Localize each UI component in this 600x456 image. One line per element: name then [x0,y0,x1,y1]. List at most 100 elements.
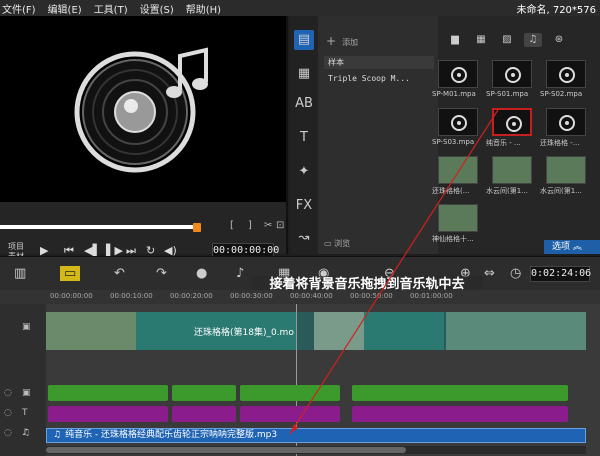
photo-filter-icon[interactable]: ▨ [498,33,516,47]
fx-icon[interactable]: FX [294,196,314,216]
fit-project-icon[interactable]: ⇔ [484,266,495,281]
enlarge-icon[interactable]: ⊡ [276,220,284,231]
menu-help[interactable]: 帮助(H) [186,1,233,16]
video-clip-title: 还珠格格(第18集)_0.mo [194,328,294,338]
project-mode-label[interactable]: 项目 [8,242,24,252]
video-clip[interactable] [446,312,586,350]
menu-edit[interactable]: 编辑(E) [48,1,94,16]
video-clip[interactable] [46,312,136,350]
project-info: 未命名, 720*576 [516,4,596,16]
media-category-icon[interactable]: ▤ [294,30,314,50]
speaker-music-icon [74,47,208,173]
thumbnail-label: SP-S03.mpa [432,138,475,146]
audio-thumbnail[interactable] [492,60,532,88]
ruler-tick: 00:01:00:00 [410,292,453,300]
voice-visibility-icon[interactable]: ◌ [4,428,12,438]
title-track-icon[interactable]: T [22,408,28,418]
record-capture-icon[interactable]: ● [196,266,207,281]
thumbnail-label: 神仙格格十... [432,235,474,243]
overlay-visibility-icon[interactable]: ◌ [4,388,12,398]
graphic-icon[interactable]: ✦ [294,162,314,182]
voice-clip[interactable] [352,406,568,422]
sort-icon[interactable]: ⊛ [550,33,568,47]
title-clip[interactable] [48,385,168,401]
thumbnail-label: 水云间(第1... [486,187,528,195]
thumbnail-label: SP-S02.mpa [540,90,583,98]
audio-filter-icon[interactable]: ♫ [524,33,542,47]
music-track-icon[interactable]: ♫ [22,428,30,438]
sound-mixer-icon[interactable]: ♪ [236,266,244,281]
timeline-view-icon[interactable]: ▭ [60,266,81,281]
browse-label: 浏览 [334,239,351,248]
video-track[interactable]: 还珠格格(第18集)_0.mo [46,312,586,350]
folder-icon[interactable]: ▆ [446,33,464,47]
video-clip[interactable] [314,312,364,350]
menu-tools[interactable]: 工具(T) [94,1,140,16]
audio-thumbnail[interactable] [438,60,478,88]
ruler-tick: 00:00:00:00 [50,292,93,300]
disc-center [512,122,516,126]
disc-center [565,121,569,125]
preview-screen [0,16,286,202]
video-filter-icon[interactable]: ▦ [472,33,490,47]
video-clip[interactable] [364,312,444,350]
title-clip[interactable] [172,385,236,401]
timeline-scrollbar[interactable] [46,446,586,454]
library-folders: + 添加 样本 Triple Scoop M... ▭ 浏览 [318,16,438,254]
add-label: 添加 [342,38,359,47]
thumbnail-label: SP-S01.mpa [486,90,529,98]
path-icon[interactable]: ↝ [294,228,314,248]
ruler-tick: 00:00:20:00 [170,292,213,300]
options-label: 选项 [552,242,571,252]
voice-clip[interactable] [172,406,236,422]
project-duration[interactable]: 0:02:24:06 [530,266,591,282]
browse-button[interactable]: ▭ 浏览 [324,238,350,249]
storyboard-view-icon[interactable]: ▥ [14,266,26,281]
options-button[interactable]: 选项 ︽ [544,240,600,254]
ruler-tick: 00:00:50:00 [350,292,393,300]
video-thumbnail[interactable] [438,156,478,184]
audio-thumbnail[interactable] [546,60,586,88]
preview-scrubber[interactable] [0,225,200,229]
transition-icon[interactable]: AB [294,94,314,114]
title-icon[interactable]: T [294,128,314,148]
redo-icon[interactable]: ↷ [156,266,167,281]
audio-thumbnail[interactable] [492,108,532,136]
ruler-tick: 00:00:10:00 [110,292,153,300]
title-clip[interactable] [352,385,568,401]
instant-project-icon[interactable]: ▦ [294,64,314,84]
video-thumbnail[interactable] [438,204,478,232]
scrollbar-thumb[interactable] [46,447,406,453]
folder-item[interactable]: Triple Scoop M... [324,72,434,85]
folder-item[interactable]: 样本 [324,56,434,69]
title-clip[interactable] [240,385,340,401]
video-thumbnail[interactable] [492,156,532,184]
voice-clip[interactable] [240,406,340,422]
undo-icon[interactable]: ↶ [114,266,125,281]
ruler-tick: 00:00:30:00 [230,292,273,300]
scrubber-handle[interactable] [193,223,201,232]
audio-thumbnail[interactable] [546,108,586,136]
menu-file[interactable]: 文件(F) [0,1,48,16]
title-visibility-icon[interactable]: ◌ [4,408,12,418]
timeline-ruler[interactable]: 00:00:00:00 00:00:10:00 00:00:20:00 00:0… [0,290,600,304]
music-clip-label: 纯音乐 - 还珠格格经典配乐齿轮正宗呐呐完整版.mp3 [65,430,278,440]
thumbnail-label: 水云间(第1... [540,187,582,195]
mark-out-icon[interactable]: ] [248,220,252,231]
split-icon[interactable]: ✂ [264,220,272,231]
video-track-icon[interactable]: ▣ [22,322,31,332]
video-thumbnail[interactable] [546,156,586,184]
disc-center [511,73,515,77]
music-clip[interactable]: ♫ 纯音乐 - 还珠格格经典配乐齿轮正宗呐呐完整版.mp3 [46,428,586,443]
overlay-track-icon[interactable]: ▣ [22,388,31,398]
audio-thumbnail[interactable] [438,108,478,136]
thumbnail-label: 还珠格格(... [432,187,470,195]
voice-clip[interactable] [48,406,168,422]
menu-settings[interactable]: 设置(S) [140,1,186,16]
plus-icon: + [326,34,337,48]
mark-in-icon[interactable]: [ [230,220,234,231]
disc-center [565,73,569,77]
disc-center [457,73,461,77]
add-folder-button[interactable]: + 添加 [326,34,358,48]
chevron-up-icon: ︽ [572,242,582,252]
